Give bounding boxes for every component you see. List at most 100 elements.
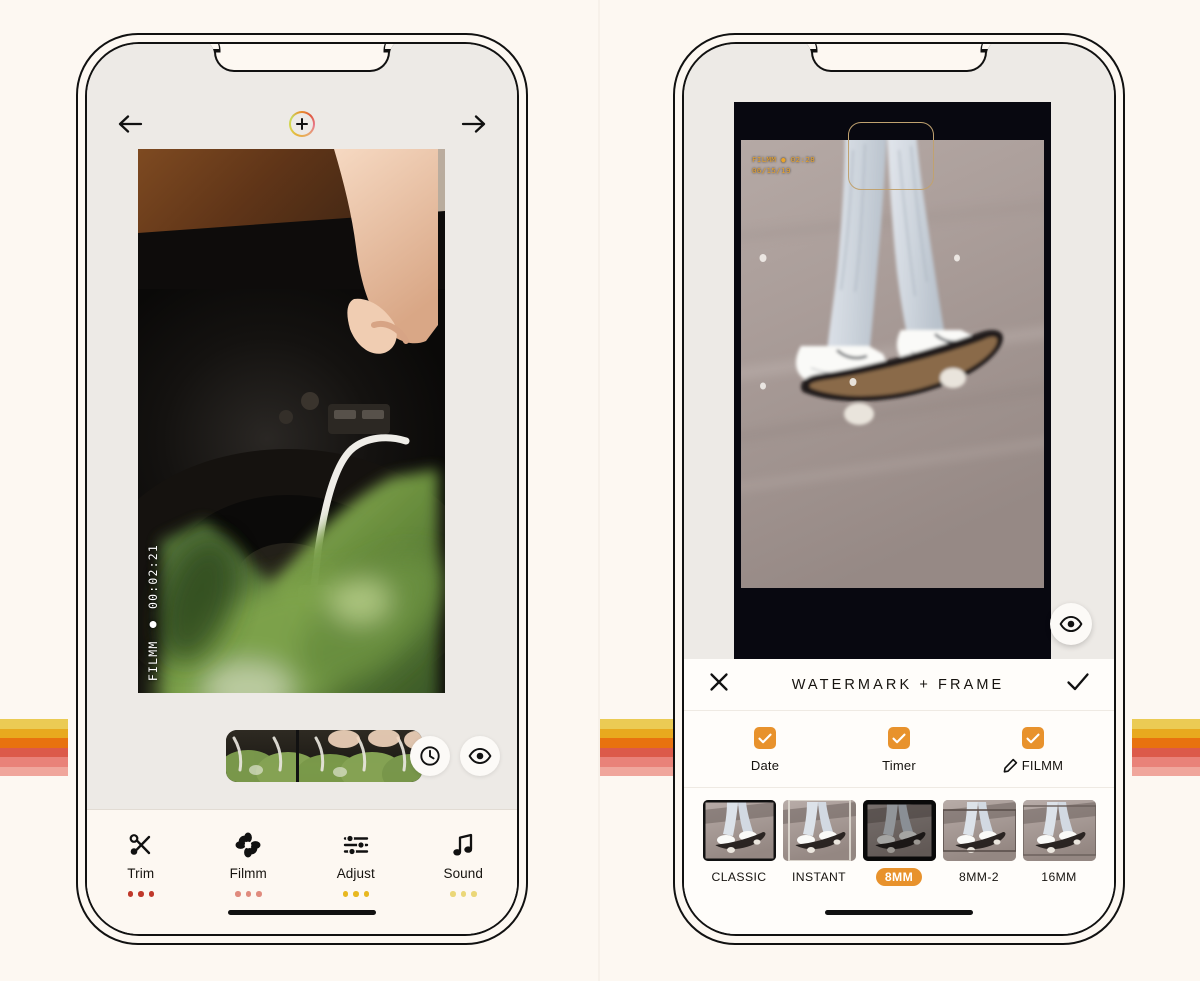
flower-icon — [235, 832, 261, 858]
sheet-header: WATERMARK + FRAME — [684, 659, 1114, 711]
pencil-icon — [1003, 758, 1017, 773]
clock-icon[interactable] — [410, 736, 450, 776]
filter-item-8mm[interactable]: 8MM — [862, 800, 936, 886]
watermark-date-line: 06/15/19 — [752, 165, 791, 175]
toolbar-item-dots — [127, 891, 154, 897]
check-icon — [1026, 733, 1040, 743]
toolbar-item-label: Trim — [127, 866, 155, 881]
phone-inner-shell: FILMM ● 02:28 06/15/19 WATERMARK + FRAME… — [682, 42, 1116, 936]
check-icon[interactable] — [1066, 672, 1090, 697]
option-text: FILMM — [1021, 758, 1064, 773]
rainbow-stripes-right — [1132, 719, 1200, 776]
checkbox-filmm[interactable] — [1022, 727, 1044, 749]
filter-preview-image — [702, 800, 776, 861]
phone-notch — [811, 44, 987, 72]
filter-preview-image — [1022, 800, 1096, 861]
check-icon — [892, 733, 906, 743]
preview-eye-button[interactable] — [1050, 603, 1092, 645]
arrow-left-icon[interactable] — [114, 108, 146, 140]
toolbar-item-dots — [342, 891, 369, 897]
sliders-icon — [343, 832, 369, 858]
stripe-5 — [1132, 766, 1200, 776]
checkbox-date[interactable] — [754, 727, 776, 749]
home-indicator — [228, 910, 376, 915]
watermark-option-filmm[interactable]: FILMM — [966, 727, 1100, 773]
watermark-options-row: Date Timer FILMM — [684, 711, 1114, 788]
toolbar-item-dots — [235, 891, 262, 897]
toolbar-item-filmm[interactable]: Filmm — [195, 832, 303, 897]
plus-circle-icon[interactable] — [289, 111, 315, 137]
watermark-option-label: Timer — [882, 758, 916, 773]
phone-mockup-right: FILMM ● 02:28 06/15/19 WATERMARK + FRAME… — [673, 33, 1125, 945]
editor-topbar — [87, 102, 517, 146]
screenshot-root: FILMM ● 00:02:21 Trim Filmm Adjust Sound… — [0, 0, 1200, 981]
video-preview-left[interactable]: FILMM ● 00:02:21 — [138, 149, 445, 693]
record-player-illustration — [138, 149, 445, 693]
stripe-4 — [1132, 757, 1200, 767]
filter-name[interactable]: INSTANT — [783, 868, 855, 886]
filmstrip-scrubber[interactable] — [226, 730, 422, 782]
stripe-0 — [1132, 719, 1200, 729]
filter-name[interactable]: 8MM-2 — [950, 868, 1008, 886]
filter-item-8mm-2[interactable]: 8MM-2 — [942, 800, 1016, 886]
watermark-timer-line: FILMM ● 02:28 — [752, 155, 816, 164]
filter-list: CLASSIC INSTANT 8MM 8MM-2 16MM — [684, 788, 1114, 886]
skateboarder-illustration — [741, 140, 1044, 588]
toolbar-item-label: Adjust — [336, 866, 375, 881]
filter-thumbnail[interactable] — [1022, 800, 1096, 861]
watermark-option-label: Date — [751, 758, 779, 773]
toolbar-item-trim[interactable]: Trim — [87, 832, 195, 897]
toolbar-item-label: Filmm — [229, 866, 267, 881]
watermark-option-timer[interactable]: Timer — [832, 727, 966, 773]
filter-item-classic[interactable]: CLASSIC — [702, 800, 776, 886]
stripe-3 — [0, 747, 68, 757]
eye-icon[interactable] — [460, 736, 500, 776]
phone-notch — [214, 44, 390, 72]
scissors-icon — [128, 832, 154, 858]
filter-thumbnail[interactable] — [862, 800, 936, 861]
phone-mockup-left: FILMM ● 00:02:21 Trim Filmm Adjust Sound — [76, 33, 528, 945]
filmstrip-frames — [226, 730, 422, 782]
filter-thumbnail[interactable] — [782, 800, 856, 861]
video-preview-right[interactable]: FILMM ● 02:28 06/15/19 — [734, 102, 1051, 659]
filter-thumbnail[interactable] — [942, 800, 1016, 861]
watermark-option-date[interactable]: Date — [698, 727, 832, 773]
stripe-1 — [0, 728, 68, 738]
panel-divider — [598, 0, 600, 981]
stripe-5 — [0, 766, 68, 776]
toolbar-item-sound[interactable]: Sound — [410, 832, 518, 897]
video-frame-image — [138, 149, 445, 693]
filter-thumbnail[interactable] — [702, 800, 776, 861]
toolbar-item-label: Sound — [443, 866, 484, 881]
sheet-title: WATERMARK + FRAME — [791, 676, 1005, 693]
stripe-0 — [0, 719, 68, 729]
checkbox-timer[interactable] — [888, 727, 910, 749]
filter-item-16mm[interactable]: 16MM — [1022, 800, 1096, 886]
filter-item-instant[interactable]: INSTANT — [782, 800, 856, 886]
toolbar-item-dots — [450, 891, 477, 897]
screen-left: FILMM ● 00:02:21 Trim Filmm Adjust Sound — [87, 44, 517, 934]
home-indicator — [825, 910, 973, 915]
stripe-2 — [1132, 738, 1200, 748]
watermark-frame-sheet: WATERMARK + FRAME Date Timer FILMM CLASS… — [684, 659, 1114, 934]
phone-inner-shell: FILMM ● 00:02:21 Trim Filmm Adjust Sound — [85, 42, 519, 936]
screen-right: FILMM ● 02:28 06/15/19 WATERMARK + FRAME… — [684, 44, 1114, 934]
timeline-playhead[interactable] — [296, 730, 299, 782]
stripe-4 — [0, 757, 68, 767]
close-icon[interactable] — [708, 671, 730, 698]
music-note-icon — [450, 832, 476, 858]
filter-name[interactable]: 8MM — [875, 868, 923, 886]
rainbow-stripes-left — [0, 719, 68, 776]
filmstrip-thumbnails — [226, 730, 422, 782]
option-text: Timer — [882, 758, 916, 773]
filter-name[interactable]: 16MM — [1032, 868, 1085, 886]
toolbar-item-adjust[interactable]: Adjust — [302, 832, 410, 897]
video-watermark-right: FILMM ● 02:28 06/15/19 — [752, 155, 815, 176]
check-icon — [758, 733, 772, 743]
filter-preview-image — [862, 800, 936, 861]
filter-preview-image — [942, 800, 1016, 861]
filter-name[interactable]: CLASSIC — [703, 868, 776, 886]
stripe-2 — [0, 738, 68, 748]
arrow-right-icon[interactable] — [458, 108, 490, 140]
frame-overlay-box — [848, 122, 934, 190]
